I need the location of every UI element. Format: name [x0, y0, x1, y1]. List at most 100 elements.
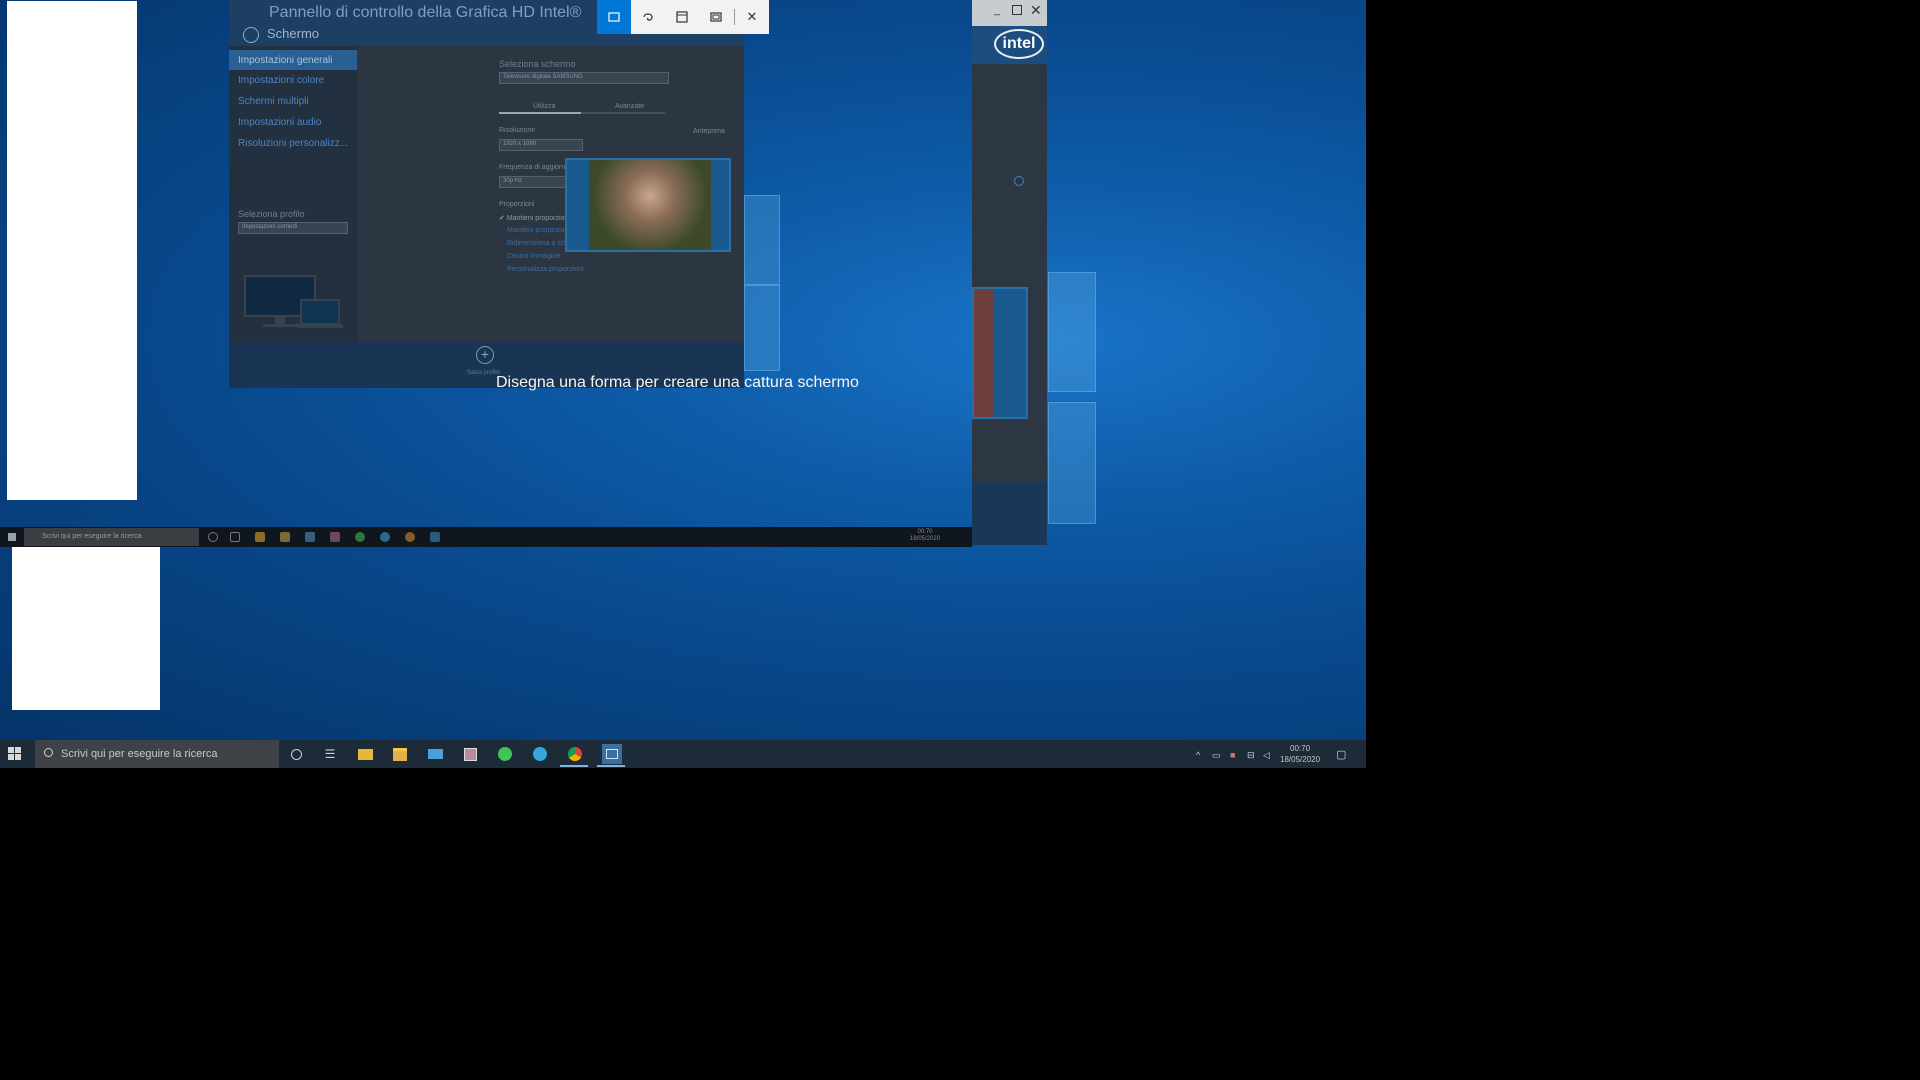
mini-start-icon	[8, 533, 16, 541]
calendar-icon	[463, 747, 477, 761]
white-panel-top	[7, 1, 137, 500]
profile-select[interactable]: Impostazioni correnti	[238, 222, 348, 234]
wallpaper-logo-pane	[744, 285, 780, 371]
notification-icon[interactable]: ▢	[1336, 748, 1346, 761]
battery-icon[interactable]: ▭	[1212, 750, 1221, 761]
mini-folder-icon	[255, 532, 265, 542]
mini-cortana-icon	[208, 532, 218, 542]
scale-option-maintain[interactable]: Mantieni proporzioni	[507, 227, 570, 234]
close-icon: ✕	[746, 9, 758, 24]
scale-label: Proporzioni	[499, 201, 535, 208]
mail-button[interactable]	[427, 746, 443, 762]
intel-fragment-titlebar: _ ✕	[972, 0, 1047, 26]
mini-chrome-icon	[405, 532, 415, 542]
window-snip-button[interactable]	[665, 0, 699, 34]
wallpaper-logo-pane	[744, 195, 780, 285]
mini-clock: 00:70 18/05/2020	[910, 529, 940, 543]
monitor-illustration	[244, 275, 343, 328]
start-button[interactable]	[8, 747, 22, 761]
home-icon[interactable]	[243, 27, 259, 43]
intel-fragment-header: intel	[972, 26, 1047, 64]
cortana-button[interactable]	[288, 746, 304, 762]
help-icon[interactable]	[1014, 176, 1024, 186]
mini-calendar-icon	[330, 532, 340, 542]
file-explorer-button[interactable]	[357, 746, 373, 762]
sidebar-item-general[interactable]: Impostazioni generali	[229, 50, 357, 70]
chrome-button[interactable]	[567, 746, 583, 762]
sidebar-item-multi-display[interactable]: Schermi multipli	[238, 96, 309, 107]
folder-icon	[357, 748, 373, 760]
windows-icon-pane	[8, 754, 14, 760]
whatsapp-button[interactable]	[497, 746, 513, 762]
snip-toolbar: ✕	[597, 0, 769, 34]
telegram-button[interactable]	[532, 746, 548, 762]
scale-option-custom[interactable]: Personalizza proporzioni	[507, 266, 584, 273]
close-button[interactable]: ✕	[735, 0, 769, 34]
calendar-button[interactable]	[462, 746, 478, 762]
taskbar-clock[interactable]: 00:70 18/05/2020	[1280, 743, 1320, 765]
mail-icon	[427, 749, 443, 759]
whatsapp-icon	[498, 747, 512, 761]
close-icon[interactable]: ✕	[1030, 2, 1042, 19]
snip-app-button[interactable]	[602, 744, 622, 764]
chevron-up-icon[interactable]: ^	[1196, 750, 1200, 760]
task-view-button[interactable]: ☰	[322, 746, 338, 762]
chrome-icon	[568, 747, 582, 761]
task-view-icon: ☰	[324, 747, 336, 761]
freeform-snip-button[interactable]	[631, 0, 665, 34]
intel-fragment-body	[972, 64, 1047, 482]
antivirus-icon[interactable]: ■	[1230, 750, 1235, 760]
minimize-icon[interactable]: _	[994, 4, 1000, 16]
add-icon[interactable]: +	[476, 346, 494, 364]
wallpaper-logo-pane	[1048, 272, 1096, 392]
mini-time: 00:70	[917, 529, 933, 535]
tab-active-indicator	[499, 112, 581, 114]
rectangle-snip-icon	[608, 12, 620, 22]
intel-fragment-preview	[972, 287, 1028, 419]
tab-advanced[interactable]: Avanzate	[615, 103, 644, 110]
mini-mail-icon	[305, 532, 315, 542]
taskbar-search-box[interactable]: Scrivi qui per eseguire la ricerca	[35, 740, 279, 768]
clock-date: 18/05/2020	[1280, 755, 1321, 764]
mini-search-box: Scrivi qui per eseguire la ricerca	[24, 528, 199, 546]
search-placeholder: Scrivi qui per eseguire la ricerca	[61, 748, 218, 760]
fullscreen-snip-icon	[710, 12, 722, 22]
sidebar-item-audio[interactable]: Impostazioni audio	[238, 117, 321, 128]
wallpaper-logo-pane	[1048, 402, 1096, 524]
tab-basic[interactable]: Utilizza	[533, 103, 556, 110]
intel-logo: intel	[994, 29, 1044, 59]
cortana-icon	[290, 748, 302, 760]
windows-icon	[8, 747, 14, 753]
preview-image	[565, 158, 731, 252]
volume-icon[interactable]: ◁	[1263, 750, 1270, 761]
preview-photo	[974, 289, 994, 417]
freeform-snip-icon	[643, 13, 653, 21]
store-icon	[393, 747, 407, 761]
profile-label: Seleziona profilo	[238, 209, 305, 219]
sidebar-item-custom-res[interactable]: Risoluzioni personalizz...	[238, 138, 348, 149]
select-display-dropdown[interactable]: Televisore digitale SAMSUNG	[499, 72, 669, 84]
windows-icon-pane	[15, 754, 21, 760]
snip-app-icon	[606, 749, 618, 759]
intel-sidebar: Impostazioni generali Impostazioni color…	[229, 46, 357, 342]
preview-photo	[589, 160, 711, 250]
scale-option-center[interactable]: Centra immagine	[507, 253, 560, 260]
mini-taskview-icon	[230, 532, 240, 542]
maximize-icon[interactable]	[1012, 5, 1022, 15]
telegram-icon	[533, 747, 547, 761]
taskbar: Scrivi qui per eseguire la ricerca ☰ ^ ▭…	[0, 740, 1366, 768]
store-button[interactable]	[392, 746, 408, 762]
mini-date: 18/05/2020	[910, 536, 941, 542]
fullscreen-snip-button[interactable]	[699, 0, 733, 34]
chrome-active-indicator	[560, 765, 588, 767]
rectangle-snip-button[interactable]	[597, 0, 631, 34]
intel-window-fragment: _ ✕ intel	[972, 0, 1047, 545]
sidebar-item-color[interactable]: Impostazioni colore	[238, 75, 324, 86]
screen: Pannello di controllo della Grafica HD I…	[0, 0, 1920, 1080]
resolution-dropdown[interactable]: 1920 x 1080	[499, 139, 583, 151]
mini-whatsapp-icon	[355, 532, 365, 542]
resolution-label: Risoluzione	[499, 127, 536, 134]
network-icon[interactable]: ⊟	[1247, 750, 1255, 761]
snip-active-indicator	[597, 765, 625, 767]
desktop: Pannello di controllo della Grafica HD I…	[0, 0, 1366, 740]
